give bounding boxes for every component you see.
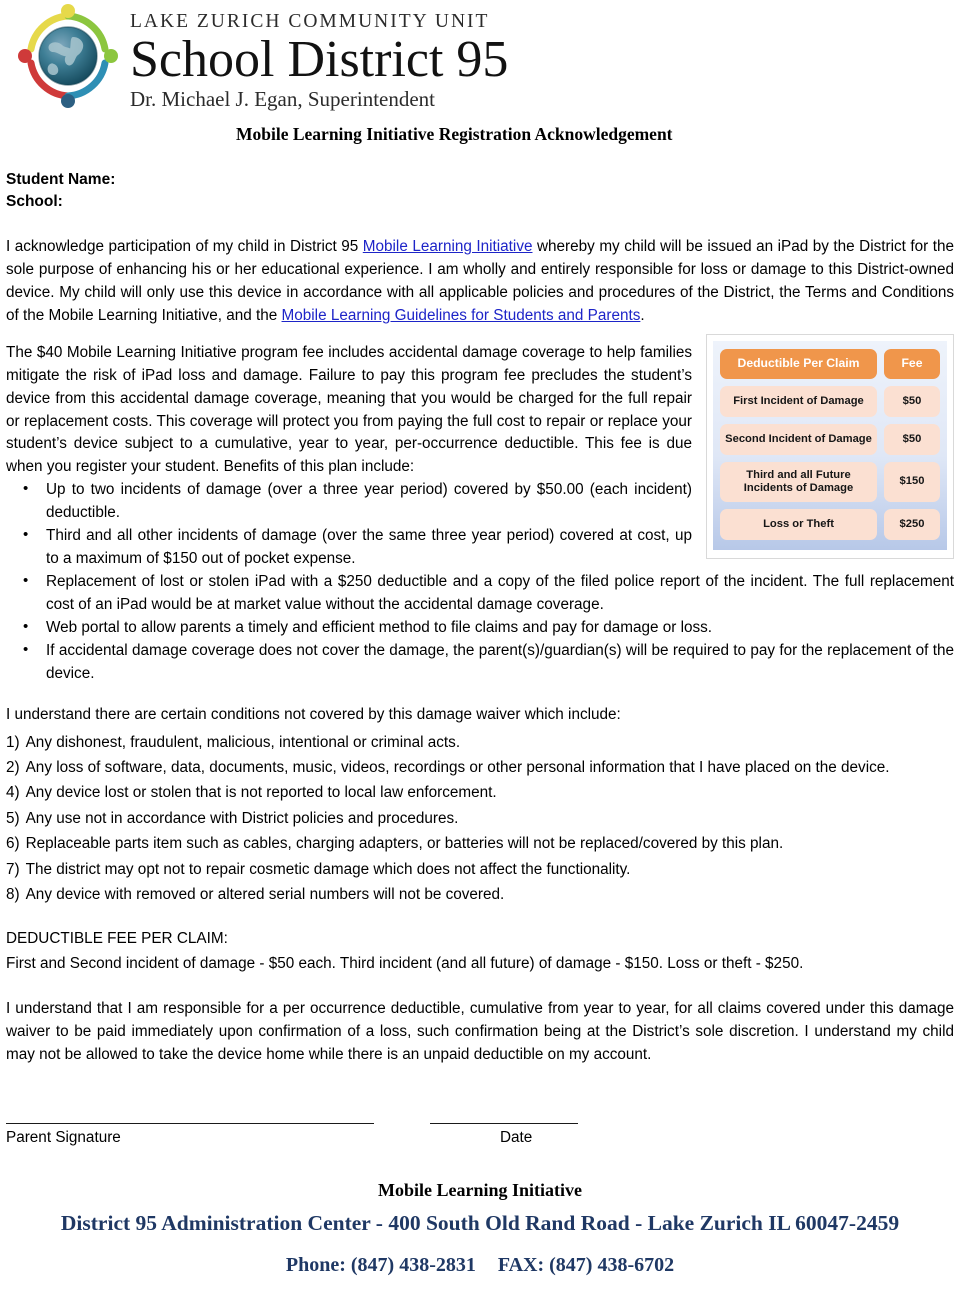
list-item-text: Any use not in accordance with District … (25, 809, 459, 827)
footer-contact: Phone: (847) 438-2831 FAX: (847) 438-6702 (0, 1250, 960, 1280)
list-item: 8) Any device with removed or altered ser… (6, 882, 954, 907)
list-item: 6) Replaceable parts item such as cables,… (6, 831, 954, 856)
fee-row-label: First Incident of Damage (720, 385, 877, 417)
list-item: 4) Any device lost or stolen that is not … (6, 780, 954, 805)
fee-table-row: Second Incident of Damage $50 (720, 423, 940, 455)
globe-people-logo-icon (14, 2, 122, 110)
list-item-number: 8) (6, 886, 20, 904)
conditions-section: I understand there are certain condition… (0, 704, 960, 908)
list-item: Third and all other incidents of damage … (23, 524, 954, 571)
list-item-number: 5) (6, 809, 20, 827)
list-item: If accidental damage coverage does not c… (23, 639, 954, 686)
footer-fax: FAX: (847) 438-6702 (497, 1254, 675, 1277)
conditions-lead: I understand there are certain condition… (6, 705, 621, 723)
fee-table-header-row: Deductible Per Claim Fee (720, 348, 940, 379)
mobile-learning-initiative-link[interactable]: Mobile Learning Initiative (363, 238, 533, 255)
footer-program-name: Mobile Learning Initiative (378, 1180, 582, 1201)
document-header: LAKE ZURICH COMMUNITY UNIT School Distri… (0, 0, 960, 118)
fee-table-col-deductible: Deductible Per Claim (720, 348, 877, 379)
list-item-text: Replaceable parts item such as cables, c… (25, 835, 784, 853)
list-item-text: Any loss of software, data, documents, m… (25, 759, 890, 777)
acknowledgement-paragraph: I acknowledge participation of my child … (6, 236, 954, 328)
fee-table-col-fee: Fee (884, 348, 940, 379)
logo-line-2: School District 95 (130, 30, 509, 88)
footer-phone: Phone: (847) 438-2831 (285, 1254, 476, 1277)
list-item-number: 4) (6, 784, 20, 802)
school-label: School: (6, 193, 63, 211)
list-item-number: 2) (6, 759, 20, 777)
document-body: I acknowledge participation of my child … (0, 236, 960, 686)
ack-text-part-1: I acknowledge participation of my child … (6, 237, 363, 255)
parent-signature-label: Parent Signature (6, 1129, 121, 1147)
deductible-fee-heading: DEDUCTIBLE FEE PER CLAIM: (6, 930, 228, 948)
logo-wordmark: LAKE ZURICH COMMUNITY UNIT School Distri… (130, 12, 508, 110)
conditions-list: 1) Any dishonest, fraudulent, malicious, … (6, 730, 954, 908)
fee-row-amount: $50 (884, 423, 940, 455)
fee-row-label: Second Incident of Damage (720, 423, 877, 455)
document-page: LAKE ZURICH COMMUNITY UNIT School Distri… (0, 0, 960, 1307)
ack-text-part-3: . (640, 306, 645, 324)
list-item: Web portal to allow parents a timely and… (23, 616, 954, 640)
logo-line-3: Dr. Michael J. Egan, Superintendent (130, 87, 436, 112)
list-item-number: 7) (6, 860, 20, 878)
benefits-list: Up to two incidents of damage (over a th… (6, 478, 954, 686)
list-item: 7) The district may opt not to repair cos… (6, 857, 954, 882)
date-label: Date (500, 1129, 533, 1147)
list-item-text: Any device lost or stolen that is not re… (25, 784, 497, 802)
list-item-number: 1) (6, 733, 20, 751)
list-item-text: The district may opt not to repair cosme… (25, 860, 631, 878)
list-item: 5) Any use not in accordance with Distric… (6, 806, 954, 831)
responsibility-paragraph: I understand that I am responsible for a… (6, 1000, 954, 1064)
deductible-fee-detail: First and Second incident of damage - $5… (6, 954, 804, 972)
list-item-number: 6) (6, 835, 20, 853)
list-item: 2) Any loss of software, data, documents,… (6, 755, 954, 780)
document-footer: Mobile Learning Initiative District 95 A… (0, 1177, 960, 1280)
list-item: Replacement of lost or stolen iPad with … (23, 570, 954, 617)
student-name-label: Student Name: (6, 171, 116, 188)
fee-row-amount: $50 (884, 385, 940, 417)
parent-signature-line[interactable] (6, 1123, 374, 1125)
mobile-learning-guidelines-link[interactable]: Mobile Learning Guidelines for Students … (282, 307, 641, 324)
page-title: Mobile Learning Initiative Registration … (236, 124, 673, 144)
list-item-text: Any dishonest, fraudulent, malicious, in… (25, 733, 461, 751)
fee-table-row: First Incident of Damage $50 (720, 385, 940, 417)
date-line[interactable] (430, 1123, 578, 1125)
student-fields: Student Name: School: (0, 169, 960, 214)
responsibility-section: I understand that I am responsible for a… (0, 998, 960, 1067)
footer-address: District 95 Administration Center - 400 … (60, 1211, 900, 1236)
signature-section: Parent Signature Date (0, 1105, 960, 1159)
list-item-text: Any device with removed or altered seria… (25, 886, 505, 904)
list-item: Up to two incidents of damage (over a th… (23, 478, 954, 525)
list-item: 1) Any dishonest, fraudulent, malicious, … (6, 730, 954, 755)
logo-line-1: LAKE ZURICH COMMUNITY UNIT (130, 11, 490, 32)
deductible-fee-section: DEDUCTIBLE FEE PER CLAIM: First and Seco… (0, 927, 960, 976)
